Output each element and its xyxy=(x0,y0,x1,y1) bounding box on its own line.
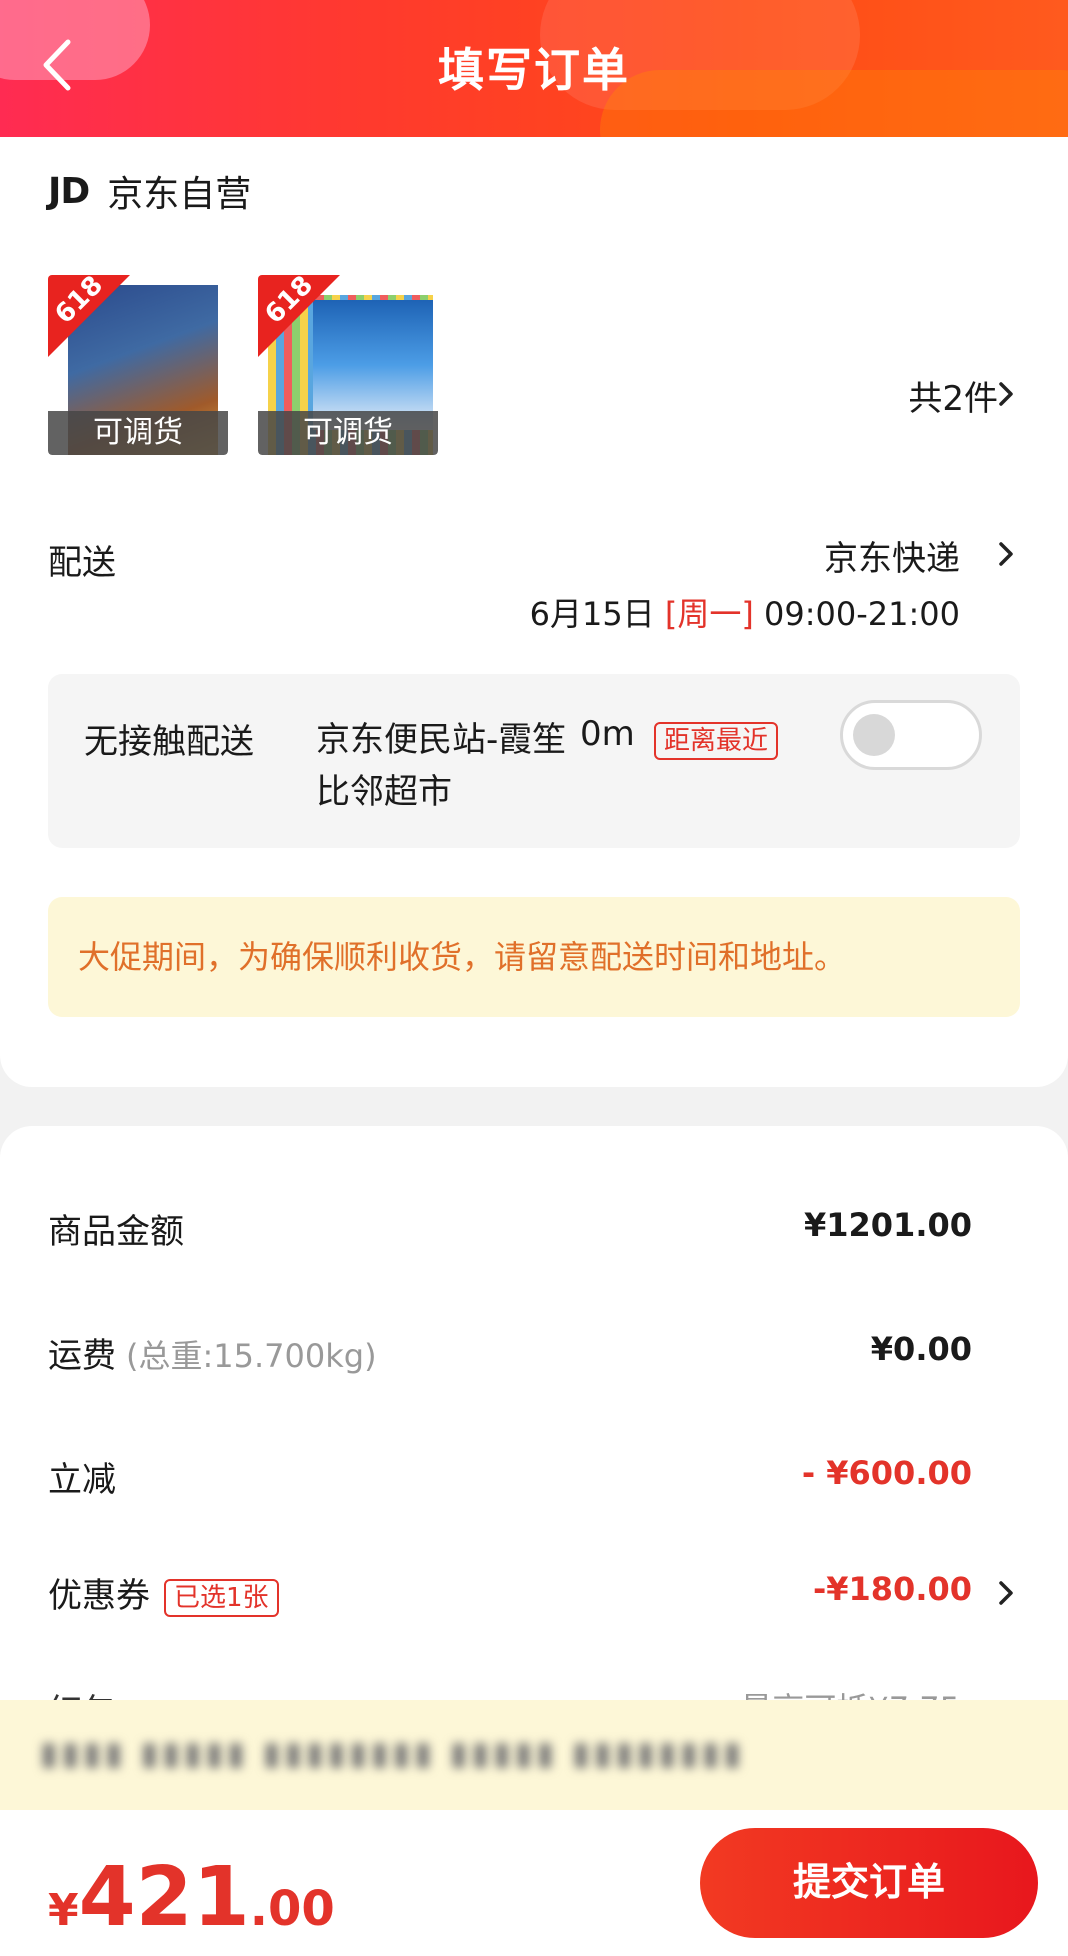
shop-name: 京东自营 xyxy=(107,174,252,215)
submit-order-button[interactable]: 提交订单 xyxy=(700,1828,1038,1938)
product-thumbnail[interactable]: 618 可调货 xyxy=(48,275,228,455)
order-info-card: JD 京东自营 618 可调货 618 可调货 共2件 配送 京东快递 6月15… xyxy=(0,137,1068,1087)
coupon-value[interactable]: -¥180.00 xyxy=(813,1570,972,1608)
discount-label: 立减 xyxy=(48,1460,116,1500)
total-integer: 421 xyxy=(78,1850,250,1945)
goods-amount-value: ¥1201.00 xyxy=(803,1206,972,1244)
delivery-date: 6月15日 xyxy=(529,595,655,633)
info-banner: ▮▮▮▮ ▮▮▮▮▮ ▮▮▮▮▮▮▮▮ ▮▮▮▮▮ ▮▮▮▮▮▮▮▮ xyxy=(0,1700,1068,1810)
toggle-knob xyxy=(853,714,895,756)
promo-notice: 大促期间，为确保顺利收货，请留意配送时间和地址。 xyxy=(48,897,1020,1017)
currency-symbol: ¥ xyxy=(48,1885,79,1936)
no-contact-label: 无接触配送 xyxy=(84,722,254,762)
checkout-bar: ¥421.00 提交订单 xyxy=(0,1810,1068,1956)
delivery-label: 配送 xyxy=(48,543,116,583)
freight-value: ¥0.00 xyxy=(870,1330,972,1368)
shop-name-row[interactable]: JD 京东自营 xyxy=(48,165,251,217)
total-price: ¥421.00 xyxy=(48,1850,335,1945)
freight-weight: (总重:15.700kg) xyxy=(126,1337,377,1375)
page-title: 填写订单 xyxy=(438,43,630,97)
goods-thumbnails[interactable]: 618 可调货 618 可调货 xyxy=(48,275,438,455)
delivery-time-range: 09:00-21:00 xyxy=(764,595,960,633)
nearest-badge: 距离最近 xyxy=(654,722,779,760)
chevron-right-icon[interactable] xyxy=(996,1578,1016,1608)
no-contact-toggle[interactable] xyxy=(840,700,982,770)
goods-amount-label: 商品金额 xyxy=(48,1212,184,1252)
discount-value: - ¥600.00 xyxy=(801,1454,972,1492)
freight-label: 运费 (总重:15.700kg) xyxy=(48,1336,377,1376)
blurred-banner-text: ▮▮▮▮ ▮▮▮▮▮ ▮▮▮▮▮▮▮▮ ▮▮▮▮▮ ▮▮▮▮▮▮▮▮ xyxy=(40,1734,745,1772)
delivery-method[interactable]: 京东快递 xyxy=(824,531,960,580)
chevron-right-icon[interactable] xyxy=(996,539,1016,569)
goods-count[interactable]: 共2件 xyxy=(908,371,998,420)
station-distance: 0m xyxy=(580,714,635,754)
coupon-label: 优惠券 xyxy=(48,1576,150,1616)
product-thumbnail[interactable]: 618 可调货 xyxy=(258,275,438,455)
transferable-tag: 可调货 xyxy=(258,411,438,455)
no-contact-delivery-panel: 无接触配送 京东便民站-霞笙比邻超市 0m 距离最近 xyxy=(48,674,1020,848)
pickup-station-name: 京东便民站-霞笙比邻超市 xyxy=(316,720,567,812)
coupon-selected-badge: 已选1张 xyxy=(164,1578,279,1617)
jd-logo-icon: JD xyxy=(48,170,90,212)
delivery-time[interactable]: 6月15日 [周一] 09:00-21:00 xyxy=(530,589,960,635)
total-decimal: .00 xyxy=(249,1881,335,1937)
header-bar: 填写订单 xyxy=(0,0,1068,137)
chevron-right-icon[interactable] xyxy=(996,379,1016,409)
delivery-weekday: [周一] xyxy=(664,595,754,633)
transferable-tag: 可调货 xyxy=(48,411,228,455)
coupon-row[interactable]: 优惠券 已选1张 xyxy=(48,1568,279,1617)
